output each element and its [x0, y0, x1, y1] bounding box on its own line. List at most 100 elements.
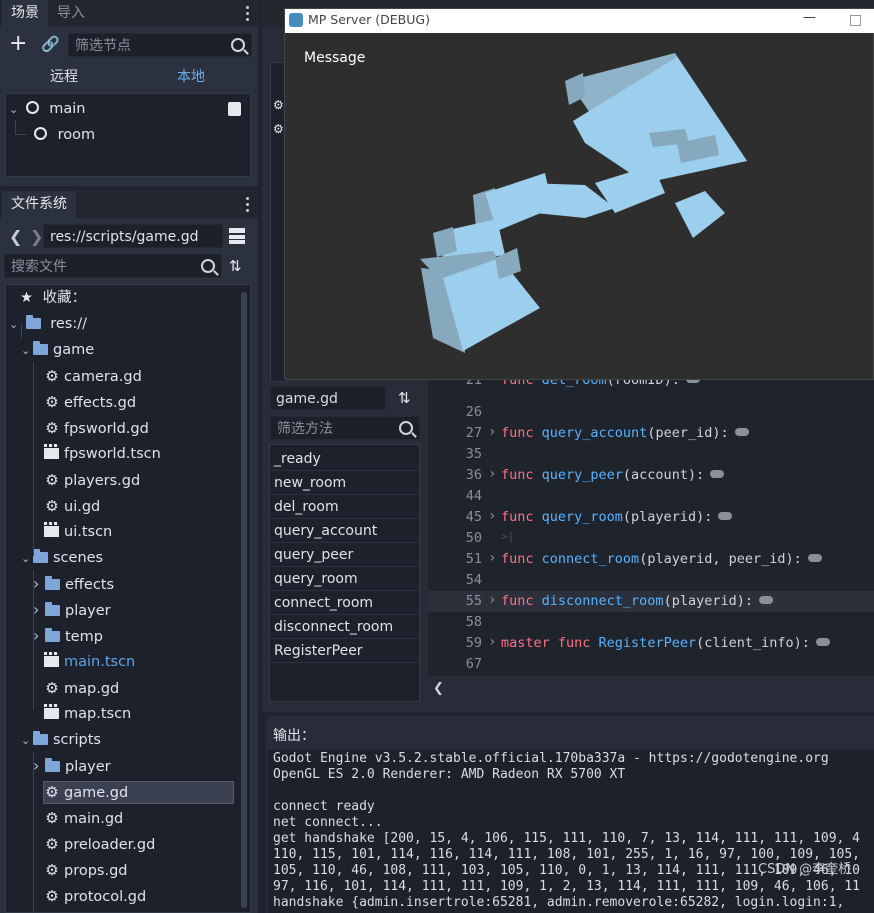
node-icon	[34, 127, 47, 140]
file-item-script[interactable]: ⚙ game.gd	[44, 779, 128, 805]
scene-node-room[interactable]: room	[34, 122, 95, 148]
method-item[interactable]: new_room	[270, 471, 418, 495]
gear-icon: ⚙	[45, 393, 59, 411]
file-item-script[interactable]: ⚙ props.gd	[44, 857, 127, 883]
sort-icon[interactable]: ⇅	[398, 389, 411, 407]
code-params: (playerid, peer_id):	[639, 551, 802, 567]
scene-dock-menu-icon[interactable]	[246, 6, 250, 24]
folded-code-icon[interactable]	[718, 512, 733, 520]
script-attached-icon[interactable]	[228, 102, 241, 116]
remote-button[interactable]: 远程	[50, 66, 78, 86]
minimize-button[interactable]: —	[803, 10, 816, 25]
sort-icon[interactable]: ⇅	[229, 257, 242, 275]
back-arrow-icon[interactable]: ❮	[9, 227, 22, 246]
method-item[interactable]: del_room	[270, 495, 418, 519]
file-item-folder[interactable]: › player	[33, 597, 111, 623]
file-item-script[interactable]: ⚙ camera.gd	[44, 363, 142, 389]
output-line: Godot Engine v3.5.2.stable.official.170b…	[273, 751, 829, 766]
file-item-script[interactable]: ⚙ fpsworld.gd	[44, 415, 149, 441]
forward-arrow-icon[interactable]: ❯	[30, 227, 43, 246]
tab-scene[interactable]: 场景	[2, 0, 48, 26]
file-item-scene[interactable]: fpsworld.tscn	[44, 441, 161, 467]
link-icon[interactable]: 🔗	[41, 37, 60, 52]
code-line[interactable]: func query_room(playerid):	[501, 509, 733, 525]
file-item-script[interactable]: ⚙ players.gd	[44, 467, 140, 493]
line-number: 27	[465, 425, 482, 441]
file-item-script[interactable]: ⚙ ui.gd	[44, 493, 100, 519]
fold-arrow-icon[interactable]: ›	[488, 634, 496, 650]
search-files-input[interactable]: 搜索文件	[4, 254, 222, 278]
folder-icon	[45, 602, 60, 616]
method-item[interactable]: _ready	[270, 447, 418, 471]
file-item-script[interactable]: ⚙ preloader.gd	[44, 831, 155, 857]
scene-node-label: main	[49, 101, 86, 117]
file-item-script[interactable]: ⚙ map.gd	[44, 675, 119, 701]
file-item-scene[interactable]: map.tscn	[44, 701, 131, 727]
code-line[interactable]: func query_account(peer_id):	[501, 425, 749, 441]
debug-window-title: MP Server (DEBUG)	[308, 12, 430, 27]
folded-code-icon[interactable]	[758, 596, 773, 604]
file-item-script[interactable]: ⚙ effects.gd	[44, 389, 136, 415]
file-item-folder[interactable]: › player	[33, 753, 111, 779]
file-item-folder[interactable]: ⌄ game	[21, 337, 94, 363]
code-line[interactable]: master func RegisterPeer(client_info):	[501, 635, 830, 651]
add-node-icon[interactable]: +	[9, 33, 27, 55]
path-field[interactable]: res://scripts/game.gd	[43, 224, 223, 248]
folded-code-icon[interactable]	[807, 554, 822, 562]
function-name: query_peer	[541, 467, 623, 483]
filter-methods-input[interactable]: 筛选方法	[270, 416, 420, 440]
file-item-scene[interactable]: ui.tscn	[44, 519, 112, 545]
code-line[interactable]: func disconnect_room(playerid):	[501, 593, 773, 609]
fold-arrow-icon[interactable]: ›	[488, 466, 496, 482]
method-item[interactable]: disconnect_room	[270, 615, 418, 639]
output-line: net connect...	[273, 815, 383, 830]
code-line[interactable]: func connect_room(playerid, peer_id):	[501, 551, 822, 567]
folded-code-icon[interactable]	[710, 470, 725, 478]
output-line: 97, 116, 101, 114, 111, 111, 109, 1, 2, …	[273, 879, 860, 894]
file-item-folder[interactable]: › effects	[33, 571, 114, 597]
file-item-script[interactable]: ⚙ protocol.gd	[44, 883, 146, 909]
fold-arrow-icon[interactable]: ›	[488, 508, 496, 524]
filesystem-menu-icon[interactable]	[246, 197, 250, 215]
method-item[interactable]: query_room	[270, 567, 418, 591]
fold-arrow-icon[interactable]: ›	[488, 550, 496, 566]
file-item-label: scripts	[53, 732, 101, 748]
file-item-scene[interactable]: main.tscn	[44, 649, 135, 675]
output-title: 输出：	[273, 728, 315, 744]
filter-nodes-input[interactable]: 筛选节点	[68, 33, 252, 57]
gear-icon: ⚙	[45, 419, 59, 437]
file-item-label: player	[65, 759, 111, 775]
tab-filesystem[interactable]: 文件系统	[2, 191, 76, 218]
folder-icon	[33, 341, 48, 355]
code-scroll-left-icon[interactable]: ❮	[433, 681, 444, 696]
current-script-field[interactable]: game.gd	[270, 386, 386, 410]
maximize-button[interactable]	[850, 15, 861, 26]
method-item[interactable]: connect_room	[270, 591, 418, 615]
folder-icon	[45, 758, 60, 772]
local-button[interactable]: 本地	[177, 66, 205, 86]
file-tree-scrollbar[interactable]	[241, 292, 247, 908]
code-line[interactable]: func query_peer(account):	[501, 467, 725, 483]
split-view-icon[interactable]	[229, 228, 245, 244]
file-item-folder[interactable]: › temp	[33, 623, 103, 649]
fold-arrow-icon[interactable]: ›	[488, 424, 496, 440]
method-item[interactable]: RegisterPeer	[270, 639, 418, 663]
function-name: query_room	[541, 509, 623, 525]
folded-code-icon[interactable]	[815, 638, 830, 646]
tab-import[interactable]: 导入	[48, 0, 94, 26]
file-item-script[interactable]: ⚙ main.gd	[44, 805, 123, 831]
favorites-row[interactable]: ★ 收藏：	[20, 285, 86, 311]
scene-node-main[interactable]: ⌄ main	[9, 96, 85, 122]
method-item[interactable]: query_peer	[270, 543, 418, 567]
file-item-folder[interactable]: ⌄ scripts	[21, 727, 101, 753]
line-number: 35	[465, 446, 482, 462]
line-number: 55	[465, 593, 482, 609]
file-item-label: game.gd	[64, 785, 129, 801]
fold-arrow-icon[interactable]: ›	[488, 592, 496, 608]
map-3d-view	[420, 53, 747, 353]
folded-code-icon[interactable]	[734, 428, 749, 436]
method-item[interactable]: query_account	[270, 519, 418, 543]
chevron-down-icon: ⌄	[21, 344, 31, 357]
tree-guide	[33, 752, 34, 912]
clapperboard-icon	[44, 522, 59, 537]
